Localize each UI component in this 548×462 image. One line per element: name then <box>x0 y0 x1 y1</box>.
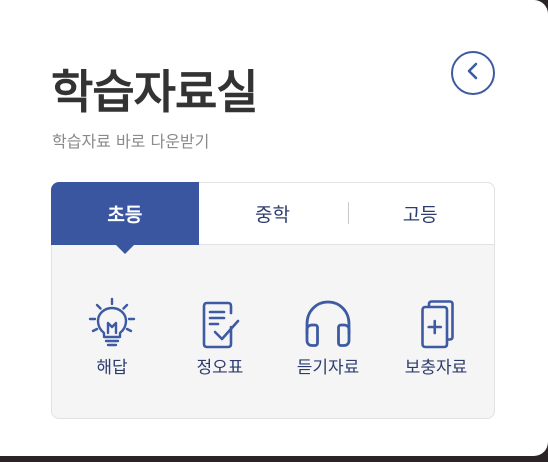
lightbulb-icon <box>85 297 139 351</box>
grade-tabs: 초등 중학 고등 <box>51 182 495 254</box>
back-button[interactable] <box>451 51 495 95</box>
item-label: 듣기자료 <box>296 358 360 378</box>
item-label: 정오표 <box>196 358 244 378</box>
learning-materials-card: 학습자료실 학습자료 바로 다운받기 초등 중학 고등 해답 정오표 듣기자료 … <box>0 0 548 456</box>
item-answers[interactable]: 해답 <box>67 297 157 379</box>
item-label: 보충자료 <box>404 358 468 378</box>
item-supplementary-materials[interactable]: 보충자료 <box>391 297 481 379</box>
item-errata[interactable]: 정오표 <box>175 297 265 379</box>
checked-document-icon <box>193 297 247 351</box>
materials-list: 해답 정오표 듣기자료 보충자료 <box>52 297 496 379</box>
stacked-documents-plus-icon <box>409 297 463 351</box>
tab-middle-school[interactable]: 중학 <box>199 183 347 244</box>
page-title: 학습자료실 <box>51 65 259 119</box>
tab-divider <box>348 202 349 224</box>
tab-label: 중학 <box>255 204 290 226</box>
item-label: 해답 <box>96 358 128 378</box>
tab-high-school[interactable]: 고등 <box>346 183 494 244</box>
page-subtitle: 학습자료 바로 다운받기 <box>52 132 210 151</box>
tab-label: 초등 <box>107 204 143 226</box>
item-listening-materials[interactable]: 듣기자료 <box>283 297 373 379</box>
headphones-icon <box>301 297 355 351</box>
materials-panel: 초등 중학 고등 해답 정오표 듣기자료 보충자료 <box>51 182 495 419</box>
tab-elementary[interactable]: 초등 <box>51 182 199 254</box>
tab-label: 고등 <box>402 204 438 226</box>
chevron-left-icon <box>465 62 481 84</box>
